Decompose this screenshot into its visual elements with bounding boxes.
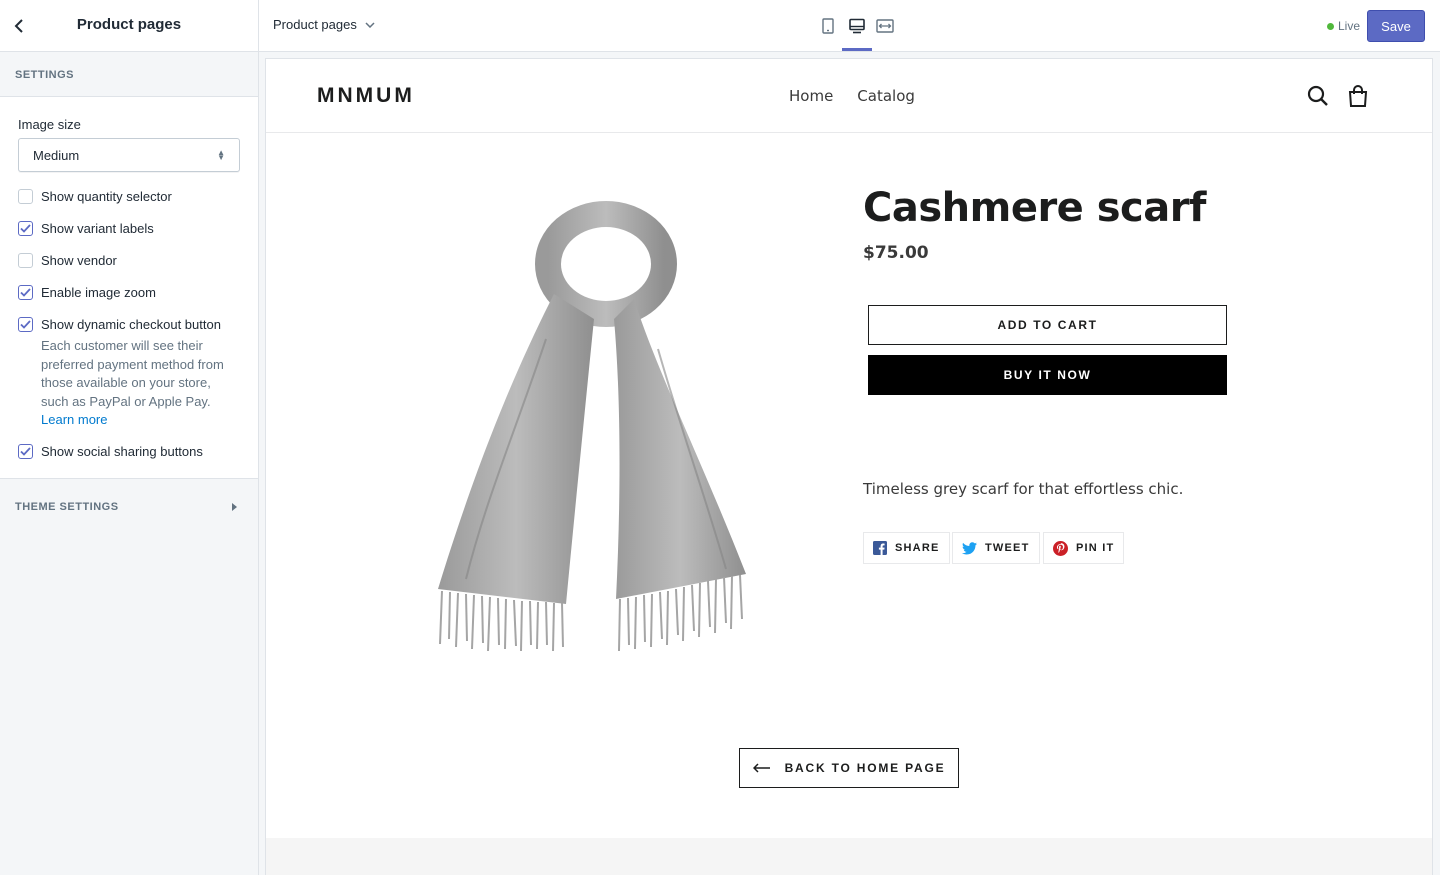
sidebar-header: Product pages bbox=[0, 0, 258, 52]
desktop-view-button[interactable] bbox=[843, 14, 871, 38]
share-facebook-label: SHARE bbox=[895, 542, 940, 554]
page-select[interactable]: Product pages bbox=[273, 17, 375, 32]
option-dynamic-checkout[interactable]: Show dynamic checkout button bbox=[18, 314, 240, 334]
sidebar-title: Product pages bbox=[76, 16, 182, 33]
store-header: MNMUM Home Catalog bbox=[266, 59, 1432, 133]
caret-right-icon bbox=[232, 503, 237, 511]
fullscreen-icon bbox=[876, 19, 894, 33]
option-label: Show dynamic checkout button bbox=[41, 316, 221, 332]
checkbox[interactable] bbox=[18, 188, 33, 204]
checkmark-icon bbox=[20, 287, 31, 297]
nav-catalog[interactable]: Catalog bbox=[857, 87, 915, 105]
search-icon[interactable] bbox=[1306, 84, 1330, 108]
theme-settings-label: THEME SETTINGS bbox=[15, 501, 119, 513]
checkbox[interactable] bbox=[18, 316, 33, 332]
option-quantity-selector[interactable]: Show quantity selector bbox=[18, 186, 240, 206]
checkout-help-text: Each customer will see their preferred p… bbox=[41, 337, 241, 430]
option-social-sharing[interactable]: Show social sharing buttons bbox=[18, 442, 240, 462]
select-arrows-icon: ▲ ▼ bbox=[217, 148, 225, 162]
share-pinterest-button[interactable]: PIN IT bbox=[1043, 532, 1125, 564]
footer-strip bbox=[266, 838, 1432, 875]
product-description: Timeless grey scarf for that effortless … bbox=[863, 480, 1184, 498]
sidebar: Product pages SETTINGS Image size Medium… bbox=[0, 0, 259, 875]
checkmark-icon bbox=[20, 319, 31, 329]
pinterest-icon bbox=[1053, 540, 1068, 556]
checkmark-icon bbox=[20, 447, 31, 456]
theme-settings-toggle[interactable]: THEME SETTINGS bbox=[0, 479, 258, 537]
learn-more-link[interactable]: Learn more bbox=[41, 412, 107, 427]
nav-home[interactable]: Home bbox=[789, 87, 833, 105]
share-twitter-button[interactable]: TWEET bbox=[952, 532, 1040, 564]
live-dot-icon bbox=[1327, 22, 1334, 30]
cart-icon[interactable] bbox=[1346, 84, 1370, 108]
arrow-left-icon bbox=[752, 763, 770, 773]
option-label: Show variant labels bbox=[41, 220, 154, 236]
option-image-zoom[interactable]: Enable image zoom bbox=[18, 282, 240, 302]
product-price: $75.00 bbox=[863, 243, 929, 263]
store-nav: Home Catalog bbox=[789, 87, 915, 105]
store-preview: MNMUM Home Catalog Cashmere scarf $75.00… bbox=[266, 59, 1432, 875]
chevron-down-icon bbox=[365, 21, 375, 28]
help-text-body: Each customer will see their preferred p… bbox=[41, 338, 224, 409]
image-size-label: Image size bbox=[18, 117, 81, 132]
product-title: Cashmere scarf bbox=[863, 185, 1206, 231]
product-image[interactable] bbox=[426, 199, 766, 659]
option-label: Show vendor bbox=[41, 252, 117, 268]
share-twitter-label: TWEET bbox=[985, 542, 1030, 554]
checkbox[interactable] bbox=[18, 252, 33, 268]
option-variant-labels[interactable]: Show variant labels bbox=[18, 218, 240, 238]
checkbox[interactable] bbox=[18, 284, 33, 300]
facebook-icon bbox=[873, 541, 887, 555]
image-size-select[interactable]: Medium ▲ ▼ bbox=[18, 138, 240, 172]
back-to-home-label: BACK TO HOME PAGE bbox=[784, 761, 946, 775]
back-to-home-button[interactable]: BACK TO HOME PAGE bbox=[739, 748, 959, 788]
topbar: Product pages Live Save bbox=[259, 0, 1440, 52]
desktop-icon bbox=[849, 18, 865, 34]
checkbox[interactable] bbox=[18, 444, 33, 459]
settings-section-title: SETTINGS bbox=[0, 52, 258, 97]
share-pinterest-label: PIN IT bbox=[1076, 542, 1115, 554]
live-status: Live bbox=[1327, 19, 1360, 33]
mobile-view-button[interactable] bbox=[814, 14, 842, 38]
option-label: Enable image zoom bbox=[41, 284, 156, 300]
option-vendor[interactable]: Show vendor bbox=[18, 250, 240, 270]
save-button[interactable]: Save bbox=[1367, 10, 1425, 42]
active-device-indicator bbox=[842, 48, 872, 51]
share-facebook-button[interactable]: SHARE bbox=[863, 532, 950, 564]
checkbox[interactable] bbox=[18, 220, 33, 236]
add-to-cart-button[interactable]: ADD TO CART bbox=[868, 305, 1227, 345]
live-label: Live bbox=[1338, 19, 1361, 33]
mobile-icon bbox=[822, 18, 834, 34]
settings-panel: Image size Medium ▲ ▼ Show quantity selec… bbox=[0, 97, 258, 479]
checkmark-icon bbox=[20, 223, 31, 233]
image-size-value: Medium bbox=[33, 147, 80, 163]
option-label: Show social sharing buttons bbox=[41, 444, 203, 459]
twitter-icon bbox=[962, 541, 977, 554]
fullscreen-view-button[interactable] bbox=[871, 14, 899, 38]
page-select-label: Product pages bbox=[273, 17, 357, 32]
buy-it-now-button[interactable]: BUY IT NOW bbox=[868, 355, 1227, 395]
store-logo[interactable]: MNMUM bbox=[317, 84, 415, 108]
option-label: Show quantity selector bbox=[41, 188, 172, 204]
